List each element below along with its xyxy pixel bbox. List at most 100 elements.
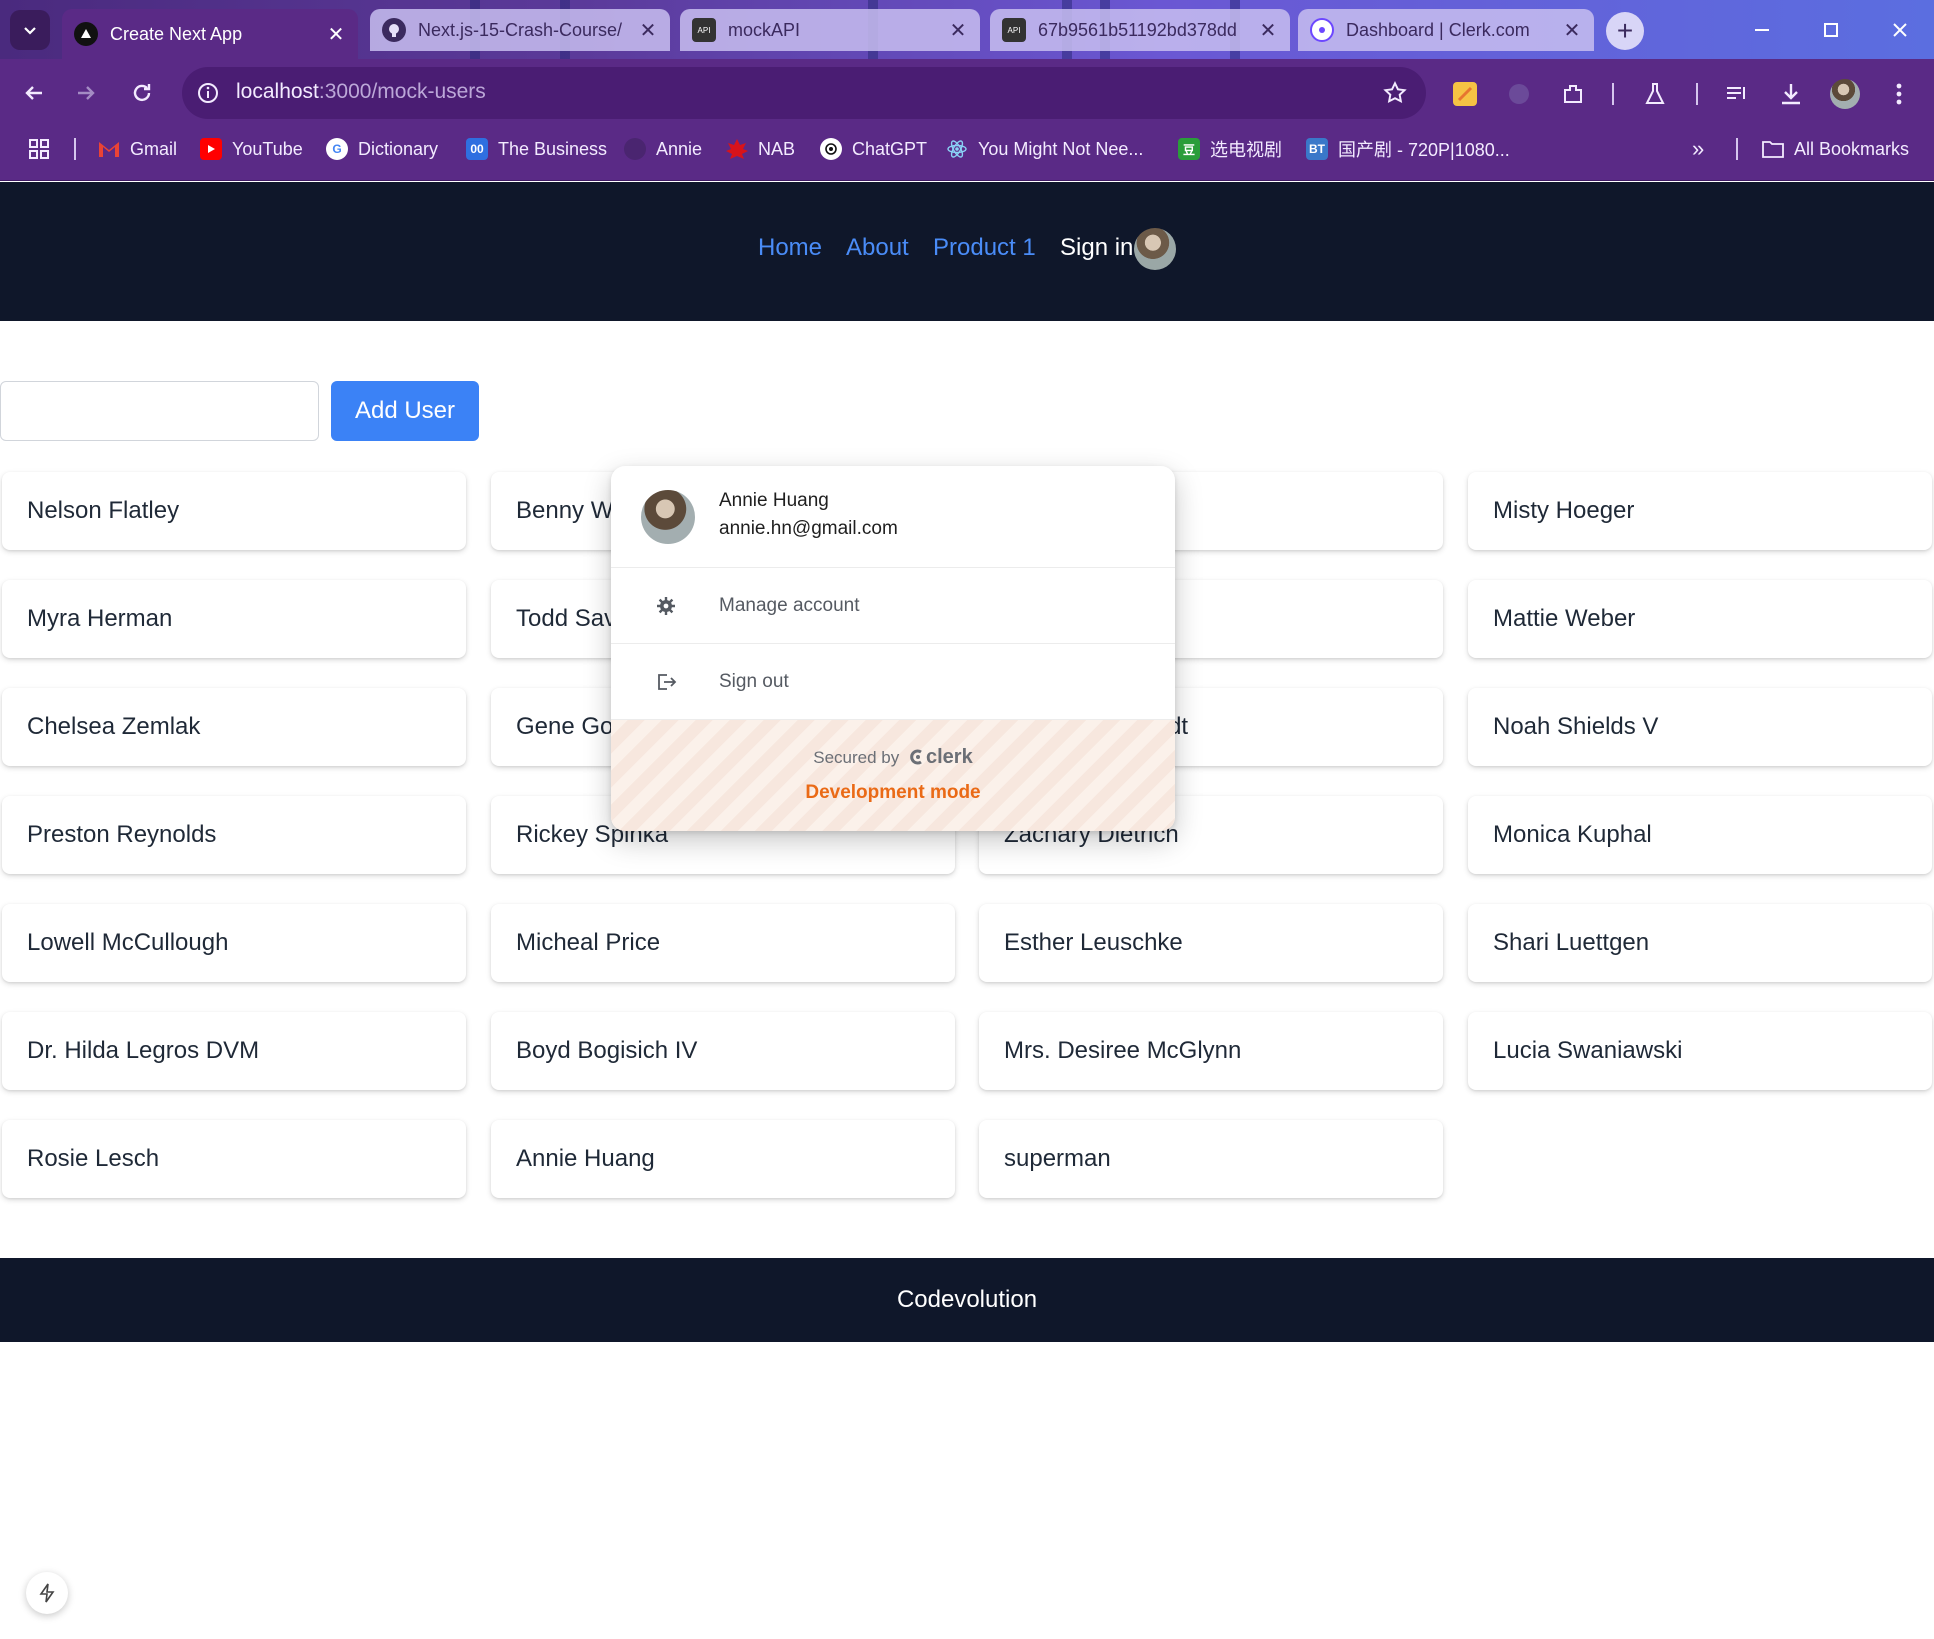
google-icon: G (326, 138, 348, 160)
close-window-button[interactable] (1865, 0, 1934, 59)
bookmark-you-might-not-need[interactable]: You Might Not Nee... (946, 130, 1143, 168)
reload-button[interactable] (120, 71, 164, 115)
forward-button[interactable] (64, 71, 108, 115)
site-header: Home About Product 1 Sign in (0, 182, 1934, 321)
user-avatar-button[interactable] (1134, 228, 1176, 270)
gear-icon (657, 597, 675, 615)
profile-avatar-icon[interactable] (1830, 79, 1860, 109)
labs-flask-icon[interactable] (1640, 79, 1670, 109)
user-card: Annie Huang (491, 1120, 955, 1198)
nextjs-dev-tools-button[interactable] (26, 1572, 68, 1614)
lightning-icon (39, 1583, 55, 1603)
new-user-input[interactable] (0, 381, 319, 441)
bookmark-douban[interactable]: 豆 选电视剧 (1178, 130, 1282, 168)
url-text: localhost:3000/mock-users (236, 80, 486, 103)
tab-close-icon[interactable]: ✕ (1562, 18, 1582, 43)
arrow-left-icon (25, 86, 42, 100)
chatgpt-icon (820, 138, 842, 160)
nav-about[interactable]: About (846, 234, 909, 262)
reading-list-icon[interactable] (1722, 79, 1752, 109)
extension-notes-icon[interactable] (1450, 79, 1480, 109)
github-icon (382, 18, 406, 42)
more-vert-icon[interactable] (1884, 79, 1914, 109)
bookmark-chatgpt[interactable]: ChatGPT (820, 130, 927, 168)
bt-icon: BT (1306, 138, 1328, 160)
user-card: Misty Hoeger (1468, 472, 1932, 550)
user-card: Dr. Hilda Legros DVM (2, 1012, 466, 1090)
bookmark-annie[interactable]: Annie (624, 130, 702, 168)
tab-close-icon[interactable]: ✕ (948, 18, 968, 43)
tab-close-icon[interactable]: ✕ (1258, 18, 1278, 43)
user-card: Micheal Price (491, 904, 955, 982)
tab-label: mockAPI (728, 19, 801, 40)
maximize-button[interactable] (1796, 0, 1865, 59)
tab-label: 67b9561b51192bd378dd (1038, 19, 1237, 40)
minimize-button[interactable] (1727, 0, 1796, 59)
back-button[interactable] (12, 71, 56, 115)
bookmarks-separator (74, 138, 76, 160)
github-icon (624, 138, 646, 160)
react-icon (946, 138, 968, 160)
tab-mockapi[interactable]: API mockAPI ✕ (680, 9, 980, 51)
bookmark-bt[interactable]: BT 国产剧 - 720P|1080... (1306, 130, 1510, 168)
maximize-icon (1823, 22, 1838, 37)
user-card: Lowell McCullough (2, 904, 466, 982)
apps-grid-icon (29, 139, 49, 159)
toolbar-separator (1696, 83, 1698, 105)
user-email: annie.hn@gmail.com (719, 518, 898, 539)
site-footer: Codevolution (0, 1258, 1934, 1342)
minimize-icon (1754, 28, 1769, 31)
tab-close-icon[interactable]: ✕ (638, 18, 658, 43)
user-card: Preston Reynolds (2, 796, 466, 874)
clerk-logo-icon (910, 749, 922, 765)
tab-clerk-dashboard[interactable]: Dashboard | Clerk.com ✕ (1298, 9, 1594, 51)
manage-account-button[interactable]: Manage account (611, 568, 1175, 644)
bookmark-youtube[interactable]: YouTube (200, 130, 303, 168)
user-card: Esther Leuschke (979, 904, 1443, 982)
nav-home[interactable]: Home (758, 234, 822, 262)
tab-close-icon[interactable]: ✕ (326, 22, 346, 47)
user-name: Annie Huang (719, 490, 829, 511)
tab-label: Dashboard | Clerk.com (1346, 19, 1530, 40)
browser-toolbar: localhost:3000/mock-users (0, 59, 1934, 130)
tab-github[interactable]: Next.js-15-Crash-Course/ ✕ (370, 9, 670, 51)
gmail-icon (98, 138, 120, 160)
bookmark-nab[interactable]: NAB (726, 130, 795, 168)
toolbar-separator (1612, 83, 1614, 105)
extension-dark-icon[interactable] (1504, 79, 1534, 109)
nextjs-icon (74, 22, 98, 46)
user-menu-popover: Annie Huang annie.hn@gmail.com Manage ac… (611, 466, 1175, 831)
bookmark-the-business[interactable]: 00 The Business (466, 130, 607, 168)
address-bar[interactable]: localhost:3000/mock-users (182, 67, 1426, 119)
bookmarks-separator (1736, 138, 1738, 160)
bookmark-dictionary[interactable]: G Dictionary (326, 130, 438, 168)
extensions-icon[interactable] (1558, 79, 1588, 109)
download-icon[interactable] (1776, 79, 1806, 109)
bookmarks-overflow-button[interactable]: » (1692, 130, 1704, 168)
tab-search-button[interactable] (10, 10, 50, 50)
arrow-right-icon (78, 86, 95, 100)
folder-icon (1762, 138, 1784, 160)
tab-mockapi-resource[interactable]: API 67b9561b51192bd378dd ✕ (990, 9, 1290, 51)
user-card: Myra Herman (2, 580, 466, 658)
mockapi-icon: API (1002, 18, 1026, 42)
user-card: superman (979, 1120, 1443, 1198)
secured-by-clerk[interactable]: Secured by clerk (611, 746, 1175, 769)
avatar (641, 490, 695, 544)
reload-icon (133, 84, 151, 102)
sign-out-button[interactable]: Sign out (611, 644, 1175, 720)
nav-sign-in[interactable]: Sign in (1060, 234, 1133, 262)
bookmark-gmail[interactable]: Gmail (98, 130, 177, 168)
star-icon[interactable] (1382, 80, 1408, 106)
new-tab-button[interactable]: + (1606, 12, 1644, 50)
add-user-button[interactable]: Add User (331, 381, 479, 441)
all-bookmarks-button[interactable]: All Bookmarks (1762, 130, 1909, 168)
user-card: Mrs. Desiree McGlynn (979, 1012, 1443, 1090)
info-icon[interactable] (196, 81, 220, 105)
nav-product[interactable]: Product 1 (933, 234, 1036, 262)
apps-grid-button[interactable] (28, 130, 50, 168)
development-mode-label: Development mode (805, 782, 981, 803)
nab-icon (726, 138, 748, 160)
chevron-down-icon (24, 27, 36, 35)
tab-create-next-app[interactable]: Create Next App ✕ (62, 9, 358, 59)
